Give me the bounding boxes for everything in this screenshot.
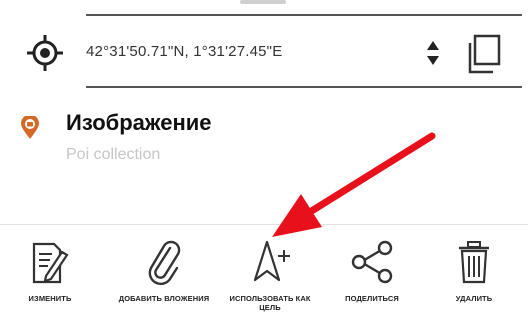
trash-icon [459,241,489,284]
share-icon [351,240,393,284]
share-button[interactable]: ПОДЕЛИТЬСЯ [324,236,420,312]
add-attachment-label: ДОБАВИТЬ ВЛОЖЕНИЯ [118,294,210,303]
drag-handle[interactable] [240,0,286,4]
coordinates-divider [86,86,522,88]
coordinates-row: 42°31'50.71"N, 1°31'27.45"E [0,26,528,78]
poi-title: Изображение [66,110,212,135]
share-label: ПОДЕЛИТЬСЯ [345,294,399,303]
poi-marker-icon [21,116,39,139]
copy-icon[interactable] [465,34,501,74]
edit-icon [32,242,69,284]
delete-button[interactable]: УДАЛИТЬ [426,236,522,312]
edit-button[interactable]: ИЗМЕНИТЬ [2,236,98,312]
navigate-target-icon [253,240,290,282]
actions-divider [0,224,528,225]
edit-label: ИЗМЕНИТЬ [28,294,72,303]
paperclip-icon [148,240,181,286]
poi-subtitle: Poi collection [66,146,161,163]
use-as-target-button[interactable]: ИСПОЛЬЗОВАТЬ КАК ЦЕЛЬ [222,236,318,312]
format-toggle-icon[interactable] [426,40,440,66]
use-as-target-label: ИСПОЛЬЗОВАТЬ КАК ЦЕЛЬ [229,294,311,312]
coordinates-value: 42°31'50.71"N, 1°31'27.45"E [86,43,283,60]
divider-top [86,14,522,16]
add-attachment-button[interactable]: ДОБАВИТЬ ВЛОЖЕНИЯ [116,236,212,312]
delete-label: УДАЛИТЬ [455,294,493,303]
crosshair-icon[interactable] [26,34,64,72]
